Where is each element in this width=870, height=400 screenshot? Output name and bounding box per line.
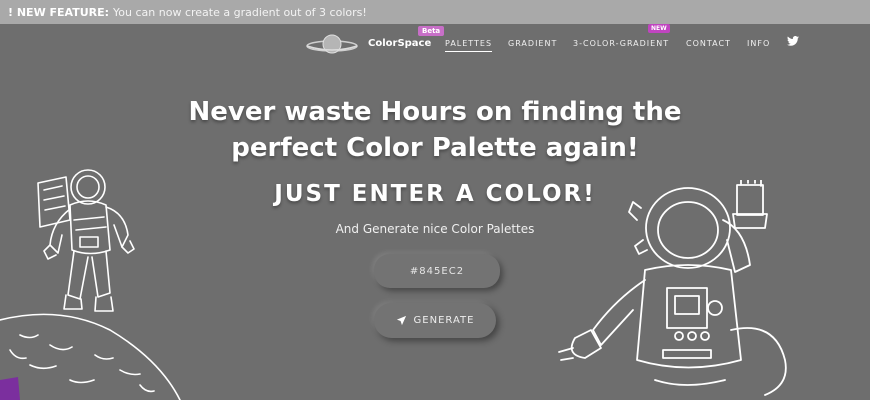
nav-link-palettes[interactable]: PALETTES — [445, 39, 493, 52]
banner-text: You can now create a gradient out of 3 c… — [113, 5, 367, 19]
hero-title: Never waste Hours on finding the perfect… — [0, 94, 870, 166]
feature-banner: ! NEW FEATURE: You can now create a grad… — [0, 0, 870, 24]
hero-tagline: And Generate nice Color Palettes — [335, 222, 535, 236]
planet-logo-icon[interactable] — [305, 31, 359, 57]
beta-badge: Beta — [418, 26, 445, 36]
generate-button[interactable]: GENERATE — [374, 303, 496, 338]
hero-title-line-2: perfect Color Palette again! — [231, 133, 639, 163]
nav-link-3-color-gradient[interactable]: 3-COLOR-GRADIENT — [573, 39, 669, 48]
banner-label: ! NEW FEATURE: — [8, 5, 110, 19]
brand-name[interactable]: ColorSpace — [368, 38, 431, 49]
nav-link-contact[interactable]: CONTACT — [686, 39, 731, 48]
twitter-icon[interactable] — [787, 36, 799, 46]
color-input[interactable] — [374, 254, 500, 288]
hero-title-line-1: Never waste Hours on finding the — [188, 97, 682, 127]
new-badge: NEW — [648, 24, 670, 33]
rocket-icon — [396, 315, 406, 326]
nav-link-info[interactable]: INFO — [747, 39, 770, 48]
nav-link-gradient[interactable]: GRADIENT — [508, 39, 557, 48]
hero-subtitle: JUST ENTER A COLOR! — [274, 181, 596, 207]
generate-label: GENERATE — [413, 315, 475, 326]
navbar: ColorSpace Beta PALETTES GRADIENT 3-COLO… — [0, 24, 870, 64]
waving-astronaut-illustration — [558, 180, 787, 396]
